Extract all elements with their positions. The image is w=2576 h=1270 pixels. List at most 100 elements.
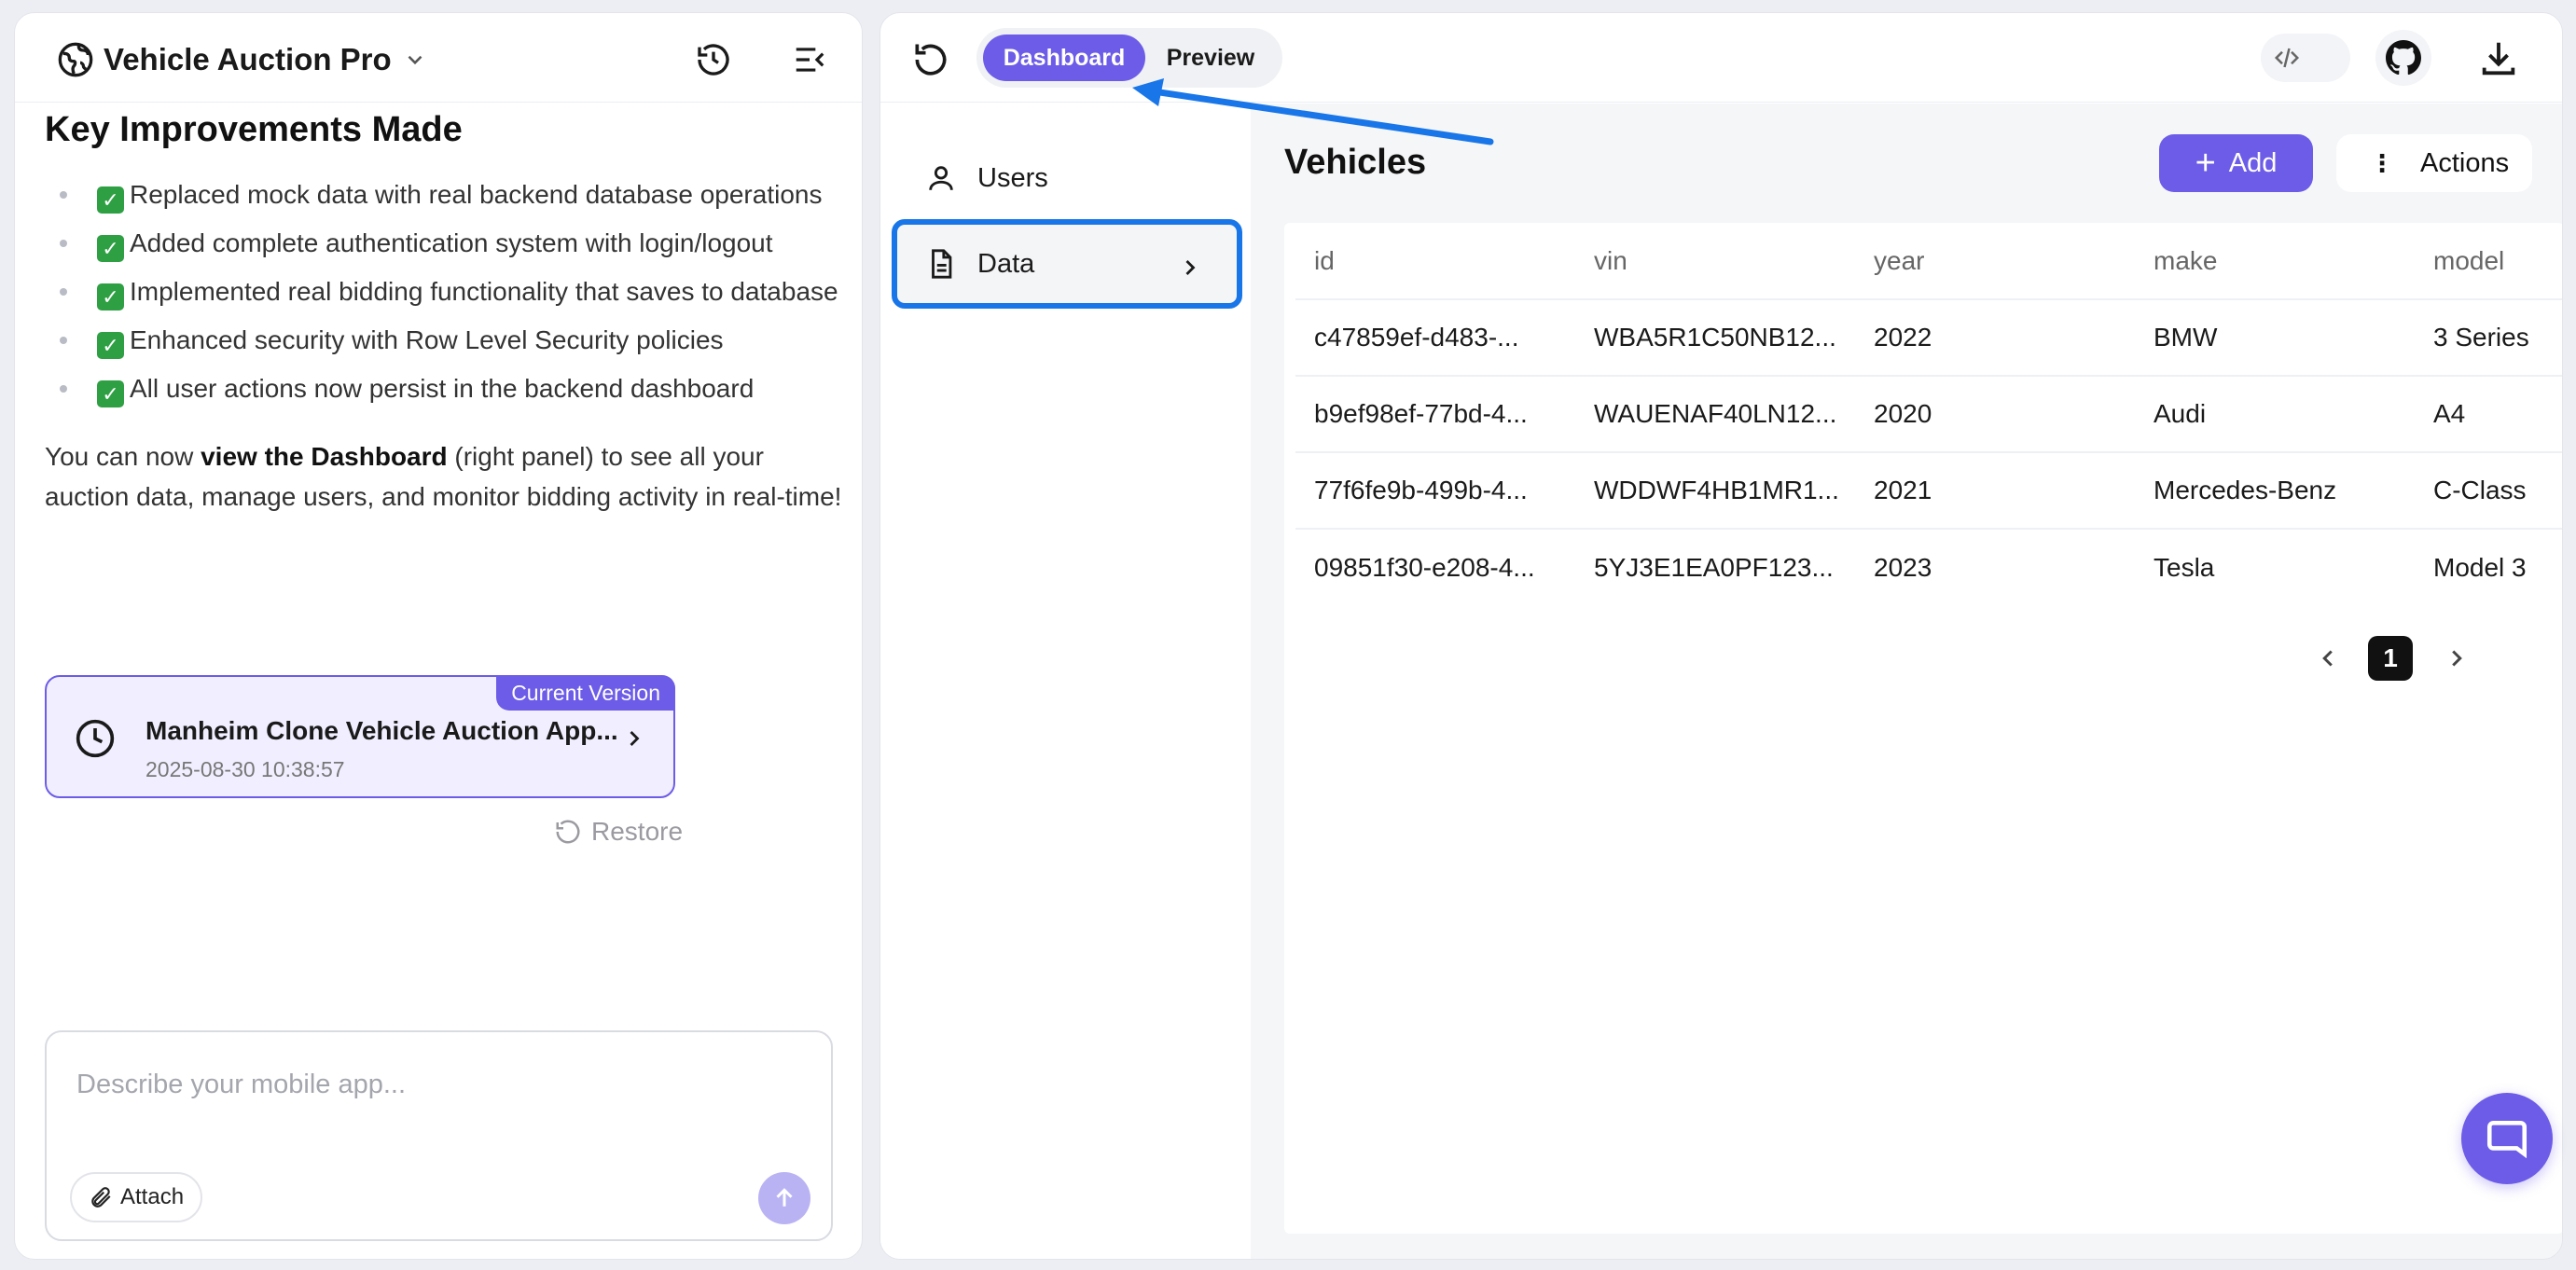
version-card[interactable]: Current Version Manheim Clone Vehicle Au…	[45, 675, 675, 798]
collapse-panel-icon	[792, 42, 827, 77]
check-icon: ✓	[97, 380, 124, 407]
message-paragraph: You can now view the Dashboard (right pa…	[45, 436, 847, 517]
version-date: 2025-08-30 10:38:57	[145, 757, 345, 782]
code-view-toggle[interactable]	[2261, 34, 2350, 82]
restore-button[interactable]: Restore	[554, 817, 683, 847]
list-item: ✓All user actions now persist in the bac…	[45, 368, 847, 408]
table-cell: 2023	[1855, 529, 2135, 605]
chat-icon	[2484, 1115, 2530, 1162]
list-item: ✓Replaced mock data with real backend da…	[45, 174, 847, 214]
actions-button[interactable]: ⋮ Actions	[2336, 134, 2532, 192]
table-cell: b9ef98ef-77bd-4...	[1295, 376, 1575, 452]
github-icon	[2386, 40, 2421, 76]
user-icon	[925, 162, 957, 194]
restore-icon	[554, 818, 582, 846]
send-arrow-icon	[770, 1184, 798, 1212]
chevron-left-icon[interactable]	[2314, 644, 2342, 672]
check-icon: ✓	[97, 332, 124, 359]
table-cell: c47859ef-d483-...	[1295, 299, 1575, 376]
table-cell: WDDWF4HB1MR1...	[1575, 452, 1855, 529]
table-cell: 2020	[1855, 376, 2135, 452]
table-row[interactable]: b9ef98ef-77bd-4... WAUENAF40LN12... 2020…	[1295, 376, 2563, 452]
vehicles-table: id vin year make model c47859ef-d483-...…	[1295, 223, 2563, 605]
table-row[interactable]: c47859ef-d483-... WBA5R1C50NB12... 2022 …	[1295, 299, 2563, 376]
table-cell: Mercedes-Benz	[2135, 452, 2415, 529]
check-icon: ✓	[97, 283, 124, 311]
paperclip-icon	[89, 1185, 113, 1209]
table-cell: 09851f30-e208-4...	[1295, 529, 1575, 605]
sidebar-item-label: Users	[977, 163, 1048, 194]
improvements-list: ✓Replaced mock data with real backend da…	[45, 174, 847, 408]
table-cell: Tesla	[2135, 529, 2415, 605]
message-composer: Attach	[45, 1030, 833, 1241]
collapse-panel-button[interactable]	[789, 39, 830, 80]
history-icon	[695, 41, 732, 78]
column-header[interactable]: year	[1855, 223, 2135, 299]
check-icon: ✓	[97, 186, 124, 214]
table-cell: Model 3	[2415, 529, 2563, 605]
check-icon: ✓	[97, 235, 124, 262]
table-cell: 2022	[1855, 299, 2135, 376]
table-cell: WBA5R1C50NB12...	[1575, 299, 1855, 376]
clock-icon	[75, 718, 116, 759]
history-button[interactable]	[693, 39, 734, 80]
column-header[interactable]: id	[1295, 223, 1575, 299]
message-heading: Key Improvements Made	[45, 110, 847, 150]
table-cell: 77f6fe9b-499b-4...	[1295, 452, 1575, 529]
dashboard-panel: Dashboard Preview Users Data Vehicles + …	[879, 12, 2563, 1260]
download-icon[interactable]	[2477, 37, 2520, 80]
chat-header: Vehicle Auction Pro	[15, 13, 862, 103]
add-label: Add	[2229, 148, 2278, 179]
column-header[interactable]: vin	[1575, 223, 1855, 299]
version-title: Manheim Clone Vehicle Auction App...	[145, 716, 618, 746]
prompt-input[interactable]	[76, 1070, 785, 1100]
chat-message: Key Improvements Made ✓Replaced mock dat…	[45, 103, 847, 517]
chat-panel: Vehicle Auction Pro Key Improvements Mad…	[14, 12, 863, 1260]
sidebar-item-label: Data	[977, 249, 1034, 280]
table-cell: 5YJ3E1EA0PF123...	[1575, 529, 1855, 605]
table-row[interactable]: 09851f30-e208-4... 5YJ3E1EA0PF123... 202…	[1295, 529, 2563, 605]
chevron-right-icon	[621, 725, 647, 752]
actions-label: Actions	[2420, 148, 2509, 179]
app-title: Vehicle Auction Pro	[104, 42, 392, 77]
code-icon	[2268, 40, 2306, 76]
table-row[interactable]: 77f6fe9b-499b-4... WDDWF4HB1MR1... 2021 …	[1295, 452, 2563, 529]
table-cell: A4	[2415, 376, 2563, 452]
view-toggle: Dashboard Preview	[976, 28, 1282, 88]
column-header[interactable]: model	[2415, 223, 2563, 299]
attach-label: Attach	[120, 1184, 184, 1210]
attach-button[interactable]: Attach	[70, 1172, 202, 1222]
data-main: Vehicles + Add ⋮ Actions id vin year mak…	[1251, 104, 2563, 1260]
table-header-row: id vin year make model	[1295, 223, 2563, 299]
chevron-down-icon	[403, 48, 427, 72]
current-version-badge: Current Version	[496, 675, 675, 711]
support-chat-button[interactable]	[2461, 1093, 2553, 1184]
sidebar-item-users[interactable]: Users	[892, 133, 1242, 223]
list-item: ✓Implemented real bidding functionality …	[45, 271, 847, 311]
sidebar-item-data[interactable]: Data	[892, 219, 1242, 309]
table-cell: 3 Series	[2415, 299, 2563, 376]
tab-dashboard[interactable]: Dashboard	[983, 35, 1145, 81]
table-cell: 2021	[1855, 452, 2135, 529]
page-title: Vehicles	[1284, 143, 1426, 183]
chevron-right-icon	[1177, 255, 1203, 281]
tab-preview[interactable]: Preview	[1145, 35, 1276, 81]
app-switcher[interactable]: Vehicle Auction Pro	[57, 41, 427, 78]
table-cell: Audi	[2135, 376, 2415, 452]
list-item: ✓Enhanced security with Row Level Securi…	[45, 320, 847, 360]
page-number[interactable]: 1	[2368, 636, 2413, 681]
pagination: 1	[2314, 636, 2471, 681]
github-button[interactable]	[2375, 30, 2431, 86]
vehicles-table-card: id vin year make model c47859ef-d483-...…	[1284, 223, 2563, 1234]
send-button[interactable]	[758, 1172, 810, 1224]
chevron-right-icon[interactable]	[2443, 644, 2471, 672]
more-vertical-icon: ⋮	[2370, 151, 2394, 175]
column-header[interactable]: make	[2135, 223, 2415, 299]
restore-label: Restore	[591, 817, 683, 847]
list-item: ✓Added complete authentication system wi…	[45, 223, 847, 263]
plus-icon: +	[2195, 145, 2216, 181]
add-button[interactable]: + Add	[2159, 134, 2313, 192]
refresh-icon[interactable]	[910, 39, 951, 80]
dashboard-sidebar: Users Data	[880, 104, 1251, 1260]
table-cell: WAUENAF40LN12...	[1575, 376, 1855, 452]
